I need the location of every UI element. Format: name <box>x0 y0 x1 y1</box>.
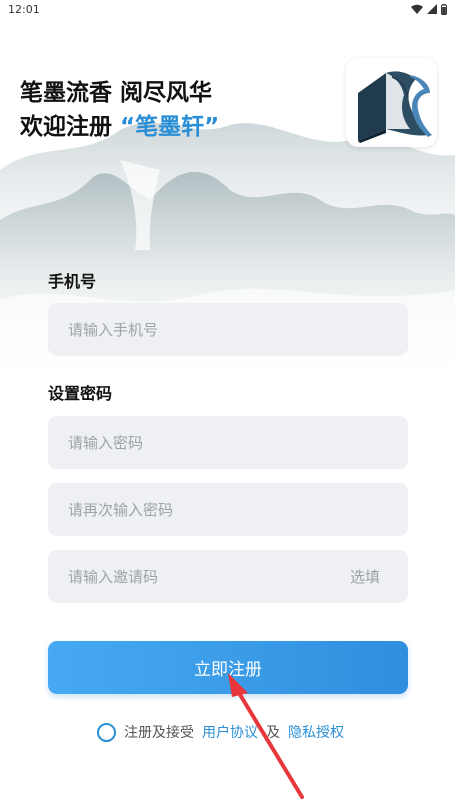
status-bar: 12:01 <box>0 0 455 18</box>
battery-icon <box>441 3 447 15</box>
app-logo <box>346 58 437 147</box>
book-logo-icon <box>357 70 432 143</box>
status-icons <box>411 3 447 15</box>
password-field[interactable] <box>48 416 408 469</box>
agreement-prefix: 注册及接受 <box>124 725 194 741</box>
status-time: 12:01 <box>8 2 40 16</box>
confirm-password-field[interactable] <box>48 483 408 536</box>
agree-radio[interactable] <box>97 722 116 742</box>
password-input[interactable] <box>68 433 308 452</box>
signal-icon <box>427 4 437 14</box>
confirm-password-input[interactable] <box>68 500 308 519</box>
headline-line2: 欢迎注册 “笔墨轩” <box>20 110 219 144</box>
headline-welcome: 欢迎注册 <box>20 114 112 140</box>
agreement-and: 及 <box>266 725 280 741</box>
invite-code-input[interactable] <box>68 567 308 586</box>
invite-code-field[interactable]: 选填 <box>48 550 408 603</box>
brand-name: “笔墨轩” <box>120 114 220 140</box>
agreement-row: 注册及接受 用户协议 及 隐私授权 <box>97 722 344 742</box>
password-label: 设置密码 <box>48 384 113 403</box>
phone-field[interactable] <box>48 303 408 356</box>
optional-hint: 选填 <box>349 568 380 586</box>
headline-line1: 笔墨流香 阅尽风华 <box>20 80 213 106</box>
register-button[interactable]: 立即注册 <box>48 641 408 694</box>
phone-label: 手机号 <box>48 272 97 291</box>
phone-input[interactable] <box>68 320 308 339</box>
wifi-icon <box>411 4 423 14</box>
user-agreement-link[interactable]: 用户协议 <box>202 722 258 742</box>
privacy-link[interactable]: 隐私授权 <box>288 722 344 742</box>
page-title: 笔墨流香 阅尽风华 欢迎注册 “笔墨轩” <box>20 76 219 144</box>
